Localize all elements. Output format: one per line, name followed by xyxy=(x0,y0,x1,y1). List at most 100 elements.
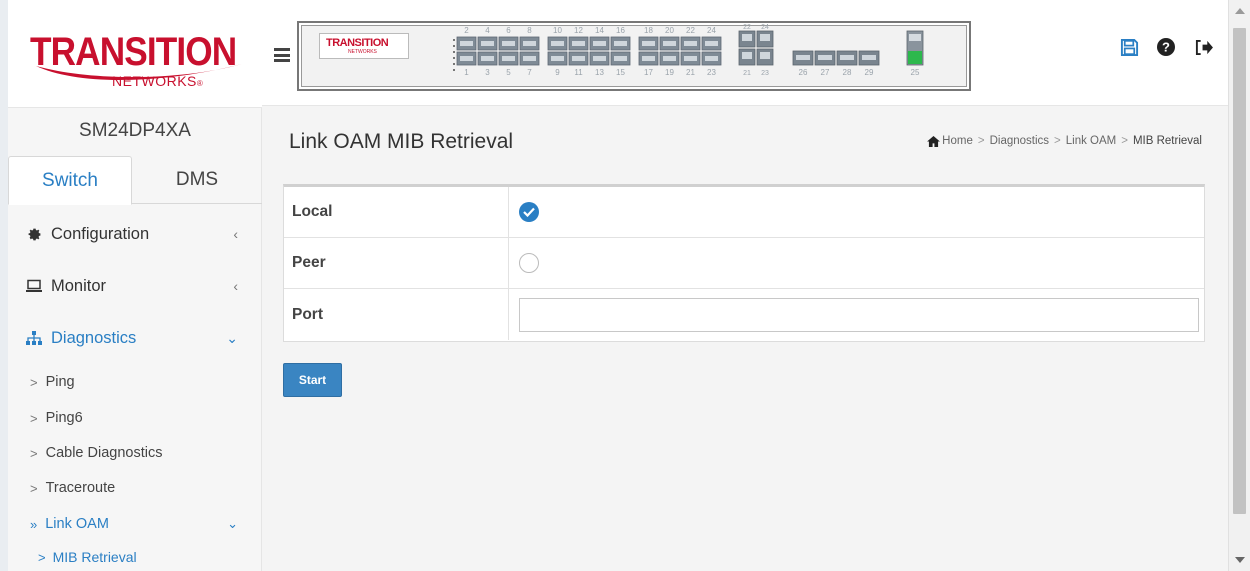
port-number: 23 xyxy=(761,70,769,77)
port-number: 9 xyxy=(555,68,560,77)
logout-icon[interactable] xyxy=(1192,36,1214,58)
port-slot xyxy=(705,41,718,46)
page-title: Link OAM MIB Retrieval xyxy=(289,130,514,153)
port-slot xyxy=(502,41,515,46)
port-slot xyxy=(642,41,655,46)
mgmt-port-slot xyxy=(909,34,921,41)
port-slot xyxy=(705,56,718,61)
breadcrumb-separator: > xyxy=(1054,135,1061,147)
hamburger-icon[interactable] xyxy=(274,48,290,62)
port-slot xyxy=(481,56,494,61)
laptop-icon xyxy=(26,278,42,294)
panel-led xyxy=(453,69,455,71)
port-number: 24 xyxy=(707,26,716,35)
sidebar-item-label: Monitor xyxy=(51,276,107,295)
port-number: 3 xyxy=(485,68,490,77)
chevron-right-icon: > xyxy=(38,549,46,565)
sidebar-subitem-label: Link OAM xyxy=(45,516,109,532)
port-slot xyxy=(663,56,676,61)
double-chevron-right-icon: » xyxy=(30,516,38,532)
port-number: 27 xyxy=(821,68,830,77)
breadcrumb-separator: > xyxy=(1121,135,1128,147)
chevron-down-icon: ⌄ xyxy=(226,330,238,346)
sidebar-subitem-link-oam[interactable]: » Link OAM ⌄ xyxy=(8,508,262,540)
port-slot xyxy=(551,41,564,46)
port-number: 17 xyxy=(644,68,653,77)
panel-led xyxy=(453,57,455,59)
sidebar-subitem-ping[interactable]: > Ping xyxy=(8,366,262,398)
local-radio[interactable] xyxy=(519,202,539,222)
mgmt-port-active xyxy=(908,51,922,64)
form-row-peer: Peer xyxy=(284,238,1204,289)
device-name: SM24DP4XA xyxy=(79,120,191,141)
scrollbar-thumb[interactable] xyxy=(1233,28,1246,514)
sidebar-subitem-mib-retrieval[interactable]: > MIB Retrieval xyxy=(8,543,262,571)
port-number: 25 xyxy=(911,68,920,77)
mib-retrieval-form: Local Peer Port xyxy=(283,184,1205,342)
sitemap-icon xyxy=(26,330,42,346)
help-icon[interactable]: ? xyxy=(1155,36,1177,58)
combo-port-slot xyxy=(742,52,752,59)
checkmark-icon xyxy=(523,207,535,217)
breadcrumb-separator: > xyxy=(977,135,985,147)
sidebar-item-diagnostics[interactable]: Diagnostics ⌄ xyxy=(8,318,262,358)
combo-port-slot xyxy=(760,34,770,41)
top-bar: TRANSITION NETWORKS 2 1 4 3 6 5 8 7 10 9 12 11 14 13 1… xyxy=(262,0,1228,106)
chevron-left-icon: ‹ xyxy=(233,226,238,242)
sfp-port-slot xyxy=(862,55,876,60)
chevron-right-icon: > xyxy=(30,410,38,426)
save-icon[interactable] xyxy=(1118,36,1140,58)
port-input[interactable] xyxy=(519,297,1199,332)
port-number: 24 xyxy=(761,24,769,31)
port-number: 16 xyxy=(616,26,625,35)
sidebar-subitem-ping6[interactable]: > Ping6 xyxy=(8,402,262,434)
port-number: 10 xyxy=(553,26,562,35)
port-number: 1 xyxy=(464,68,469,77)
port-number: 7 xyxy=(527,68,532,77)
port-number: 22 xyxy=(743,24,751,31)
port-slot xyxy=(460,56,473,61)
port-number: 26 xyxy=(799,68,808,77)
form-row-local: Local xyxy=(284,187,1204,238)
chevron-right-icon: > xyxy=(30,374,38,390)
sidebar-subitem-traceroute[interactable]: > Traceroute xyxy=(8,472,262,504)
tab-dms[interactable]: DMS xyxy=(132,156,262,204)
sidebar-subitem-label: Traceroute xyxy=(45,480,116,496)
port-number: 15 xyxy=(616,68,625,77)
sidebar-item-monitor[interactable]: Monitor ‹ xyxy=(8,266,262,306)
port-number: 21 xyxy=(743,70,751,77)
breadcrumb: Home > Diagnostics > Link OAM > MIB Retr… xyxy=(927,135,1202,147)
combo-port-slot xyxy=(742,34,752,41)
port-slot xyxy=(684,56,697,61)
port-number: 14 xyxy=(595,26,604,35)
scroll-down-icon[interactable] xyxy=(1235,557,1245,563)
port-slot xyxy=(523,56,536,61)
port-slot xyxy=(593,56,606,61)
sidebar-item-configuration[interactable]: Configuration ‹ xyxy=(8,214,262,254)
start-button[interactable]: Start xyxy=(283,363,342,397)
breadcrumb-link-oam[interactable]: Link OAM xyxy=(1066,135,1117,147)
sidebar-subitem-label: Cable Diagnostics xyxy=(45,445,163,461)
peer-radio[interactable] xyxy=(519,253,539,273)
panel-led xyxy=(453,45,455,47)
port-slot xyxy=(572,56,585,61)
chevron-left-icon: ‹ xyxy=(233,278,238,294)
svg-text:?: ? xyxy=(1162,40,1170,55)
port-slot xyxy=(551,56,564,61)
sidebar-subitem-cable-diagnostics[interactable]: > Cable Diagnostics xyxy=(8,437,262,469)
scroll-up-icon[interactable] xyxy=(1235,8,1245,14)
port-number: 23 xyxy=(707,68,716,77)
page-scrollbar[interactable] xyxy=(1228,0,1250,571)
sidebar-subitem-label: Ping6 xyxy=(45,410,83,426)
home-icon xyxy=(927,135,941,147)
sidebar-item-label: Configuration xyxy=(51,224,150,243)
brand-logo: TRANSITION NETWORKS® xyxy=(8,0,262,108)
combo-port-slot xyxy=(760,52,770,59)
breadcrumb-home[interactable]: Home xyxy=(942,135,973,147)
port-slot xyxy=(663,41,676,46)
port-slot xyxy=(614,41,627,46)
tab-switch[interactable]: Switch xyxy=(8,156,132,205)
breadcrumb-diagnostics[interactable]: Diagnostics xyxy=(990,135,1049,147)
port-slot xyxy=(523,41,536,46)
port-slot xyxy=(593,41,606,46)
